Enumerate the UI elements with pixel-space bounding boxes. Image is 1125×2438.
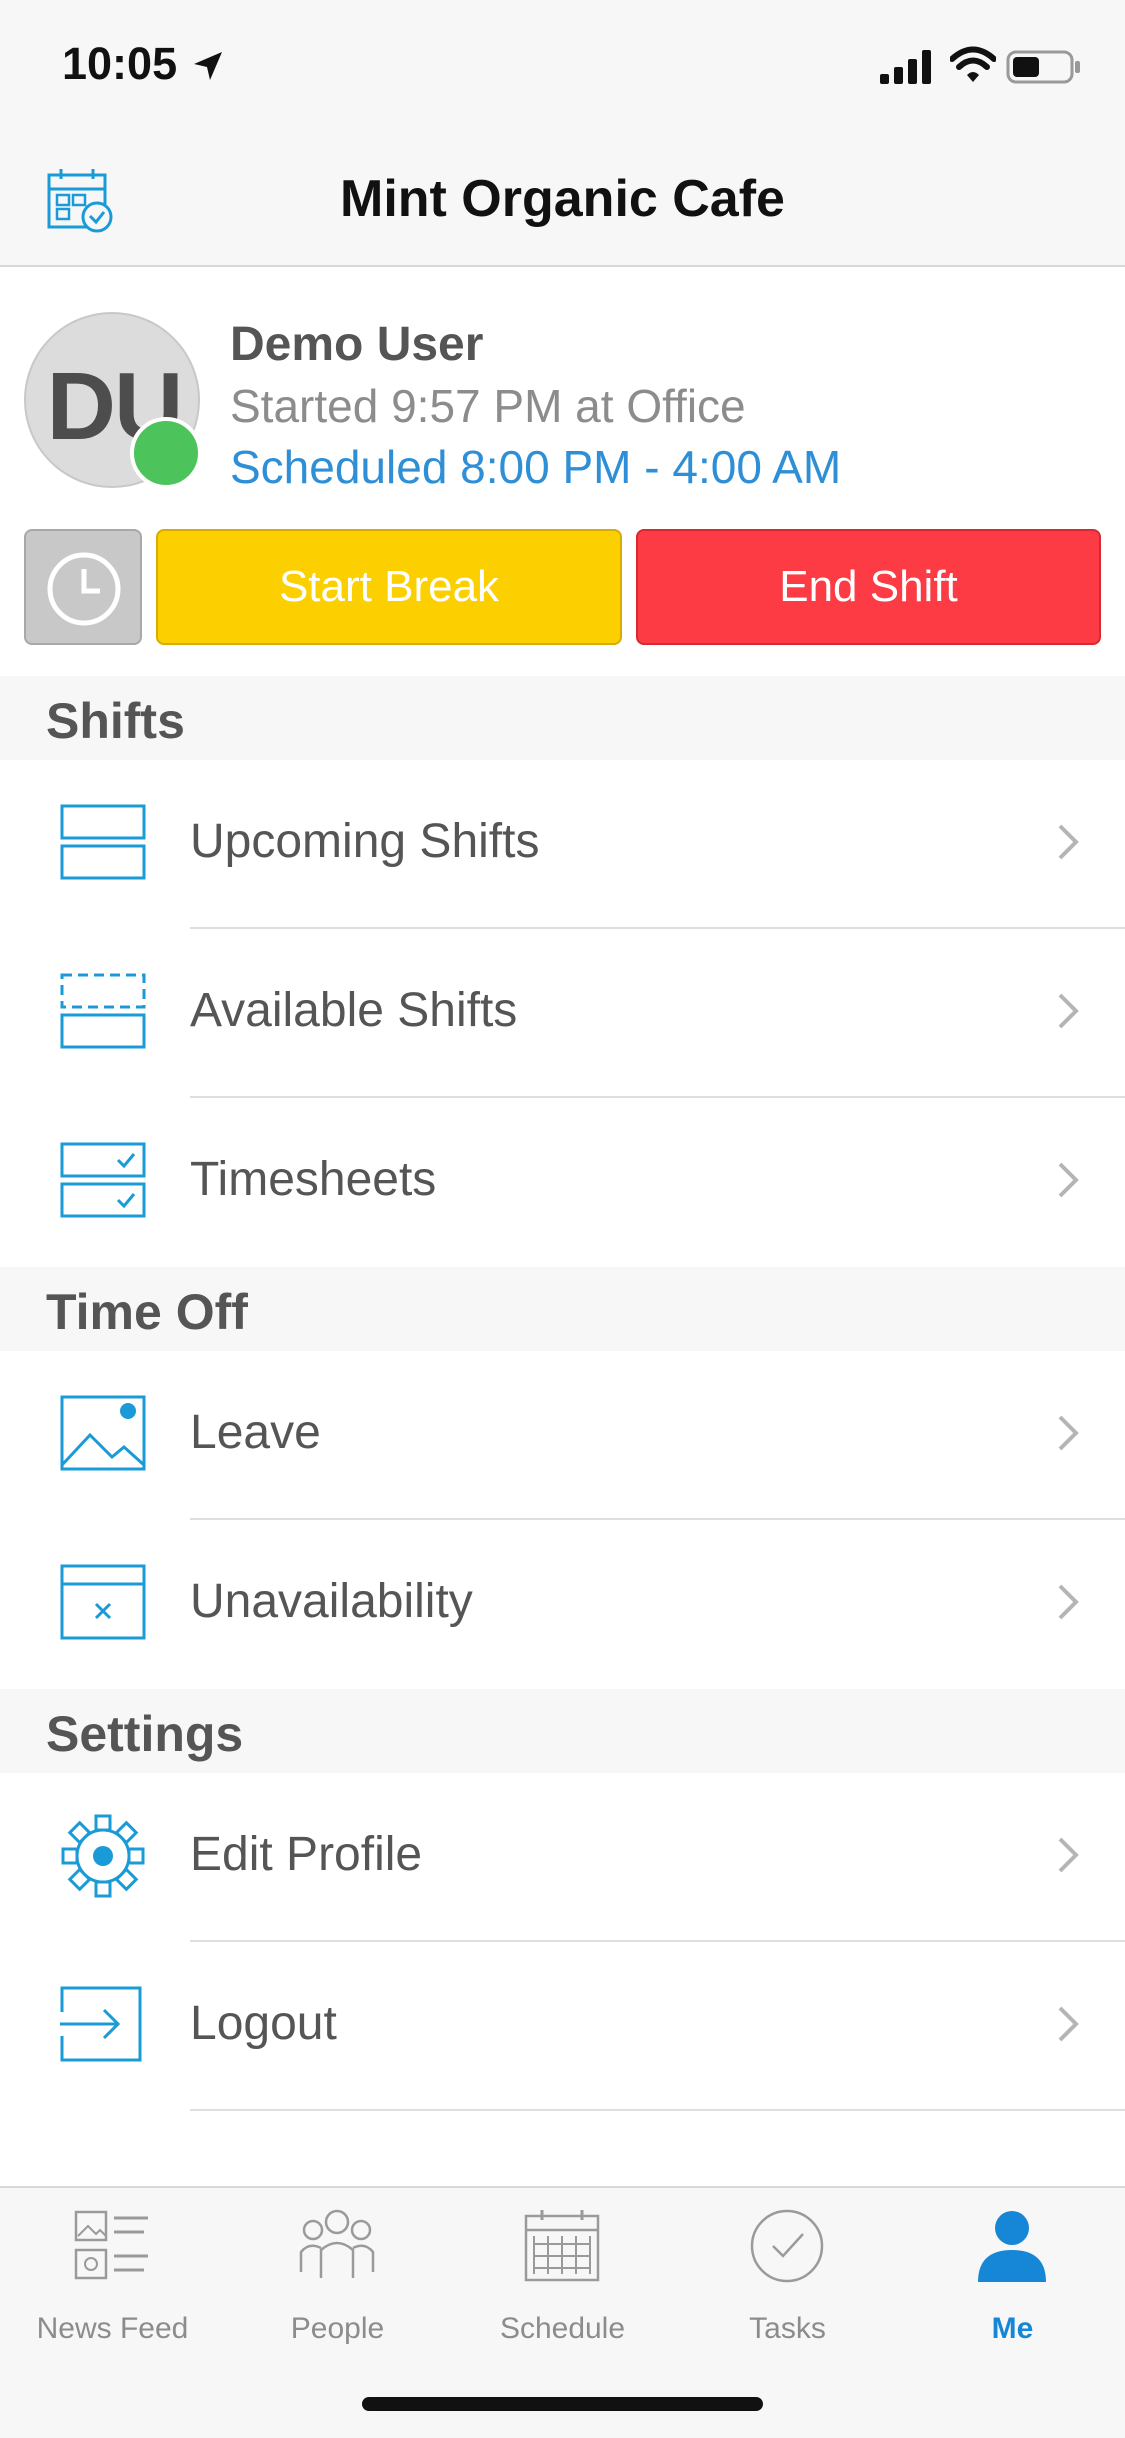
section-title: Shifts: [46, 693, 185, 749]
user-name: Demo User: [230, 318, 484, 371]
section-header-shifts: Shifts: [0, 676, 1125, 760]
divider: [190, 2109, 1125, 2111]
timesheets-icon: [60, 1142, 146, 1218]
status-time: 10:05: [62, 38, 178, 89]
gear-icon: [61, 1814, 145, 1898]
section-title: Settings: [46, 1706, 244, 1762]
shift-actions: Start Break End Shift: [0, 527, 1125, 675]
list-item-label: Timesheets: [190, 1153, 437, 1206]
page-title: Mint Organic Cafe: [340, 170, 785, 228]
clock-button[interactable]: [24, 529, 142, 645]
available-shifts-icon: [60, 973, 146, 1049]
list-item-label: Logout: [190, 1997, 337, 2050]
tab-schedule[interactable]: Schedule: [450, 2188, 675, 2358]
battery-icon: [1006, 50, 1080, 84]
list-item-label: Unavailability: [190, 1575, 473, 1628]
list-item-label: Edit Profile: [190, 1828, 423, 1881]
list-item-logout[interactable]: Logout: [0, 1942, 1125, 2111]
tab-label: Me: [991, 2312, 1034, 2345]
leave-icon: [60, 1395, 146, 1471]
me-icon: [978, 2211, 1046, 2282]
clock-icon: [47, 552, 121, 626]
shift-scheduled-text: Scheduled 8:00 PM - 4:00 AM: [230, 441, 842, 493]
tab-label: News Feed: [36, 2312, 189, 2345]
list-item-label: Available Shifts: [190, 984, 518, 1037]
chevron-right-icon: [1058, 1837, 1079, 1873]
list-item-unavailability[interactable]: Unavailability: [0, 1520, 1125, 1689]
status-bar: 10:05: [0, 0, 1125, 135]
chevron-right-icon: [1058, 1162, 1079, 1198]
section-title: Time Off: [46, 1284, 248, 1340]
tab-label: People: [290, 2312, 385, 2345]
list-item-upcoming-shifts[interactable]: Upcoming Shifts: [0, 760, 1125, 929]
shift-started-text: Started 9:57 PM at Office: [230, 380, 746, 432]
list-item-label: Upcoming Shifts: [190, 815, 540, 868]
logout-icon: [60, 1986, 142, 2062]
end-shift-button[interactable]: End Shift: [636, 529, 1101, 645]
list-item-edit-profile[interactable]: Edit Profile: [0, 1773, 1125, 1942]
upcoming-shifts-icon: [60, 804, 146, 880]
location-arrow-icon: [194, 52, 222, 80]
tab-label: Tasks: [749, 2312, 826, 2345]
section-header-time-off: Time Off: [0, 1267, 1125, 1351]
tab-tasks[interactable]: Tasks: [675, 2188, 900, 2358]
tab-me[interactable]: Me: [900, 2188, 1125, 2358]
unavailability-icon: [60, 1564, 146, 1640]
start-break-button[interactable]: Start Break: [156, 529, 622, 645]
news-feed-icon: [74, 2210, 148, 2280]
chevron-right-icon: [1058, 1584, 1079, 1620]
chevron-right-icon: [1058, 2006, 1079, 2042]
chevron-right-icon: [1058, 1415, 1079, 1451]
cellular-signal-icon: [880, 50, 931, 84]
list-item-label: Leave: [190, 1406, 321, 1459]
list-item-available-shifts[interactable]: Available Shifts: [0, 929, 1125, 1098]
chevron-right-icon: [1058, 824, 1079, 860]
chevron-right-icon: [1058, 993, 1079, 1029]
nav-bar: Mint Organic Cafe: [0, 135, 1125, 267]
list-item-timesheets[interactable]: Timesheets: [0, 1098, 1125, 1267]
tasks-icon: [750, 2209, 824, 2283]
tab-news-feed[interactable]: News Feed: [0, 2188, 225, 2358]
profile-card: DU Demo User Started 9:57 PM at Office S…: [0, 267, 1125, 527]
tab-people[interactable]: People: [225, 2188, 450, 2358]
section-header-settings: Settings: [0, 1689, 1125, 1773]
wifi-icon: [950, 46, 996, 82]
online-status-indicator: [130, 417, 202, 489]
schedule-icon: [524, 2210, 600, 2282]
list-item-leave[interactable]: Leave: [0, 1351, 1125, 1520]
home-indicator[interactable]: [362, 2397, 763, 2411]
tab-label: Schedule: [499, 2312, 626, 2345]
people-icon: [299, 2209, 375, 2278]
